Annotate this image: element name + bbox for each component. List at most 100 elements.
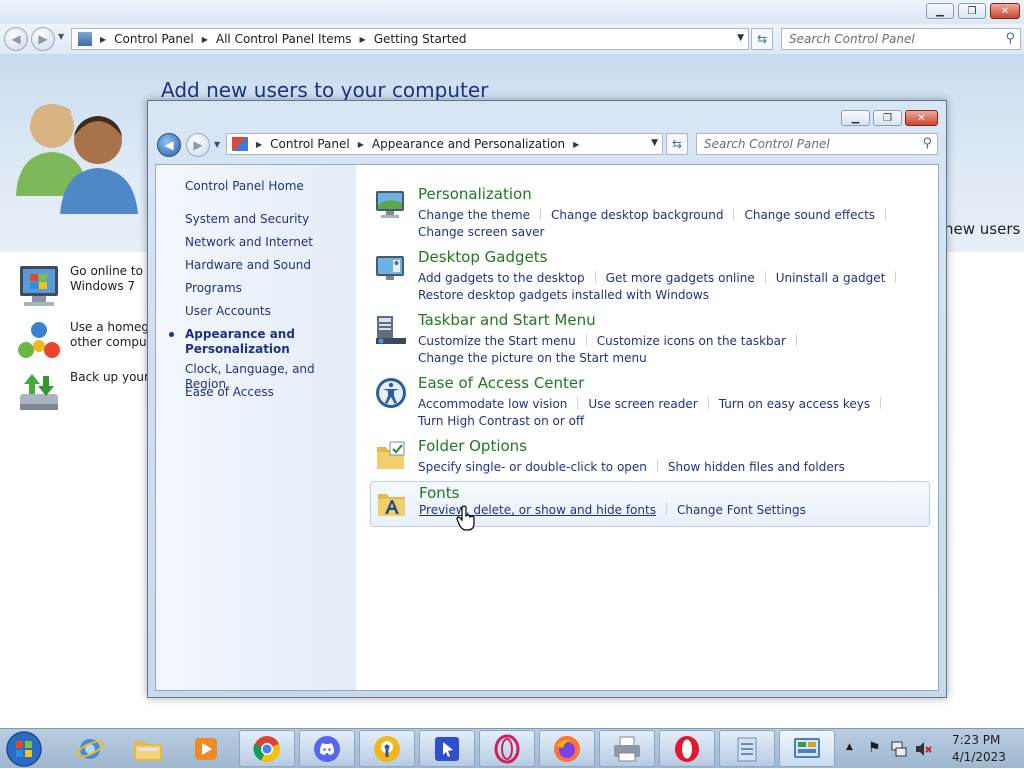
category-title[interactable]: Fonts: [419, 484, 459, 502]
address-bar[interactable]: ▶ Control Panel ▶ All Control Panel Item…: [71, 28, 749, 50]
search-icon[interactable]: ⚲: [1005, 31, 1015, 46]
category-title[interactable]: Desktop Gadgets: [418, 248, 547, 266]
volume-muted-icon[interactable]: [914, 740, 932, 758]
link-customize-taskbar-icons[interactable]: Customize icons on the taskbar: [597, 334, 786, 348]
maximize-button[interactable]: ❐: [873, 110, 902, 126]
link-change-sound-effects[interactable]: Change sound effects: [744, 208, 875, 222]
homegroup-icon: [18, 322, 60, 358]
category-links: Add gadgets to the desktop Get more gadge…: [418, 270, 938, 304]
clock-time[interactable]: 7:23 PM: [952, 733, 1000, 747]
show-hidden-icons-button[interactable]: ▲: [846, 742, 853, 752]
close-button[interactable]: ✕: [905, 110, 938, 126]
link-get-more-gadgets[interactable]: Get more gadgets online: [606, 271, 755, 285]
link-single-double-click[interactable]: Specify single- or double-click to open: [418, 460, 647, 474]
notepad-taskbar-button[interactable]: [719, 730, 775, 767]
cursor-app-taskbar-button[interactable]: [419, 730, 475, 767]
control-panel-taskbar-button[interactable]: [779, 730, 835, 767]
search-input[interactable]: Search Control Panel ⚲: [781, 28, 1021, 50]
back-button[interactable]: ◀: [4, 27, 28, 51]
recent-pages-icon[interactable]: ▼: [58, 32, 64, 41]
address-bar[interactable]: ▶ Control Panel ▶ Appearance and Persona…: [226, 133, 663, 155]
sidebar-item-ease-of-access[interactable]: Ease of Access: [185, 385, 274, 400]
file-explorer-taskbar-button[interactable]: [120, 730, 176, 767]
category-title[interactable]: Personalization: [418, 185, 532, 203]
sidebar-item-network[interactable]: Network and Internet: [185, 235, 313, 250]
refresh-button[interactable]: ⇆: [666, 133, 688, 155]
link-customize-start-menu[interactable]: Customize the Start menu: [418, 334, 576, 348]
link-low-vision[interactable]: Accommodate low vision: [418, 397, 567, 411]
category-title[interactable]: Taskbar and Start Menu: [418, 311, 596, 329]
breadcrumb-separator-icon: ▶: [201, 34, 208, 44]
page-heading: Add new users to your computer: [161, 78, 489, 102]
link-easy-access-keys[interactable]: Turn on easy access keys: [719, 397, 870, 411]
breadcrumb-appearance[interactable]: Appearance and Personalization: [372, 137, 565, 151]
current-item-bullet: [169, 332, 174, 337]
task-go-online[interactable]: Go online to fi Windows 7: [14, 264, 150, 310]
link-divider: [656, 460, 658, 472]
search-input[interactable]: Search Control Panel ⚲: [696, 133, 938, 155]
forward-button[interactable]: ▶: [31, 27, 55, 51]
breadcrumb-getting-started[interactable]: Getting Started: [374, 32, 467, 46]
keepass-taskbar-button[interactable]: [359, 730, 415, 767]
sidebar-item-programs[interactable]: Programs: [185, 281, 242, 296]
media-player-taskbar-button[interactable]: [178, 730, 234, 767]
category-title[interactable]: Ease of Access Center: [418, 374, 584, 392]
forward-button[interactable]: ▶: [186, 133, 210, 157]
category-taskbar-start-menu: Taskbar and Start Menu Customize the Sta…: [370, 311, 930, 369]
task-backup[interactable]: Back up your f: [14, 370, 150, 416]
link-change-screen-saver[interactable]: Change screen saver: [418, 225, 545, 239]
notepad-icon: [737, 737, 757, 761]
breadcrumb-control-panel[interactable]: Control Panel: [270, 137, 350, 151]
link-divider: [540, 208, 542, 220]
discord-taskbar-button[interactable]: [299, 730, 355, 767]
internet-explorer-taskbar-button[interactable]: [62, 730, 118, 767]
chevron-down-icon[interactable]: ▼: [651, 138, 658, 148]
link-add-gadgets[interactable]: Add gadgets to the desktop: [418, 271, 585, 285]
close-button[interactable]: ✕: [990, 3, 1020, 19]
back-button[interactable]: ◀: [157, 133, 181, 157]
link-change-font-settings[interactable]: Change Font Settings: [677, 503, 806, 517]
start-button[interactable]: [4, 730, 44, 768]
printer-taskbar-button[interactable]: [599, 730, 655, 767]
sidebar-item-user-accounts[interactable]: User Accounts: [185, 304, 271, 319]
sidebar-item-system-security[interactable]: System and Security: [185, 212, 309, 227]
link-change-start-picture[interactable]: Change the picture on the Start menu: [418, 351, 647, 365]
control-panel-icon: [78, 32, 92, 46]
clock-date[interactable]: 4/1/2023: [952, 750, 1006, 764]
sidebar-item-hardware-sound[interactable]: Hardware and Sound: [185, 258, 311, 273]
chrome-taskbar-button[interactable]: [239, 730, 295, 767]
add-users-link[interactable]: new users: [944, 220, 1020, 238]
firefox-taskbar-button[interactable]: [539, 730, 595, 767]
link-uninstall-gadget[interactable]: Uninstall a gadget: [776, 271, 886, 285]
navigation-bar: ◀ ▶ ▼ ▶ Control Panel ▶ All Control Pane…: [0, 24, 1024, 54]
opera-taskbar-button[interactable]: [659, 730, 715, 767]
refresh-button[interactable]: ⇆: [751, 28, 773, 50]
category-personalization: Personalization Change the theme Change d…: [370, 185, 930, 243]
link-screen-reader[interactable]: Use screen reader: [588, 397, 697, 411]
minimize-button[interactable]: ▁: [841, 110, 870, 126]
link-change-theme[interactable]: Change the theme: [418, 208, 530, 222]
recent-pages-icon[interactable]: ▼: [214, 140, 220, 149]
task-homegroup[interactable]: Use a homegroother compute: [14, 320, 150, 366]
chevron-down-icon[interactable]: ▼: [737, 33, 744, 43]
category-title[interactable]: Folder Options: [418, 437, 527, 455]
link-preview-fonts[interactable]: Preview, delete, or show and hide fonts: [419, 503, 656, 517]
breadcrumb-control-panel[interactable]: Control Panel: [114, 32, 194, 46]
link-high-contrast[interactable]: Turn High Contrast on or off: [418, 414, 584, 428]
network-icon[interactable]: [890, 740, 908, 758]
control-panel-home-link[interactable]: Control Panel Home: [185, 179, 304, 194]
breadcrumb-separator-icon: ▶: [357, 139, 364, 149]
link-restore-gadgets[interactable]: Restore desktop gadgets installed with W…: [418, 288, 709, 302]
maximize-button[interactable]: ❐: [958, 3, 986, 19]
folder-options-icon: [377, 441, 405, 469]
minimize-button[interactable]: ▁: [926, 3, 954, 19]
title-bar: ▁ ❐ ✕: [0, 0, 1024, 24]
opera-gx-taskbar-button[interactable]: [479, 730, 535, 767]
breadcrumb-all-items[interactable]: All Control Panel Items: [216, 32, 352, 46]
link-divider: [895, 271, 897, 283]
search-icon[interactable]: ⚲: [922, 136, 932, 151]
link-show-hidden-files[interactable]: Show hidden files and folders: [668, 460, 845, 474]
sidebar-item-appearance[interactable]: Appearance and Personalization: [185, 327, 305, 357]
link-change-desktop-background[interactable]: Change desktop background: [551, 208, 723, 222]
action-center-flag-icon[interactable]: ⚑: [868, 740, 881, 756]
